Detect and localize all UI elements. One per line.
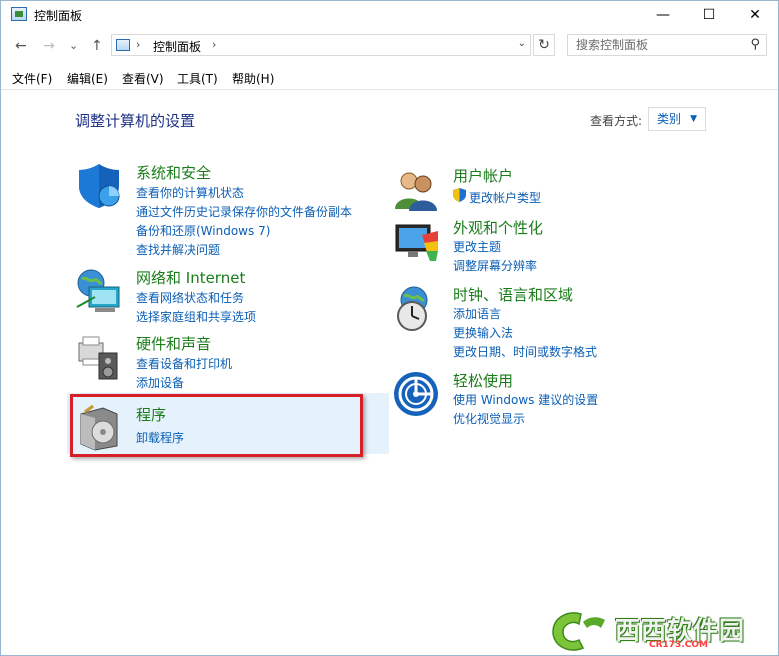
watermark: 西西软件园 CR173.COM — [545, 608, 777, 654]
back-arrow-icon[interactable]: ← — [15, 36, 27, 56]
recent-locations-icon[interactable]: ⌄ — [69, 36, 78, 56]
caret-down-icon: ▼ — [690, 114, 697, 124]
link-add-device[interactable]: 添加设备 — [136, 374, 184, 391]
close-button[interactable]: ✕ — [732, 1, 778, 29]
view-by-value: 类别 — [657, 112, 682, 126]
link-file-history-backup[interactable]: 通过文件历史记录保存你的文件备份副本 — [136, 203, 352, 220]
up-arrow-icon[interactable]: ↑ — [91, 36, 103, 56]
uac-shield-icon — [453, 188, 466, 202]
link-change-theme[interactable]: 更改主题 — [453, 238, 501, 255]
watermark-logo-icon — [552, 612, 605, 651]
menu-help[interactable]: 帮助(H) — [232, 70, 274, 87]
view-by-dropdown[interactable]: 类别 ▼ — [648, 107, 706, 131]
menu-view[interactable]: 查看(V) — [122, 70, 164, 87]
link-add-language[interactable]: 添加语言 — [453, 305, 501, 322]
link-change-account-type[interactable]: 更改帐户类型 — [469, 189, 541, 206]
window-title: 控制面板 — [34, 9, 83, 23]
network-globe-icon — [76, 269, 120, 312]
search-icon[interactable]: ⚲ — [750, 37, 760, 52]
main-content: 调整计算机的设置 查看方式: 类别 ▼ 系统和安全 查看你的计算机状态 通过文件… — [1, 90, 778, 655]
category-title-ease-of-access[interactable]: 轻松使用 — [453, 370, 513, 391]
printer-speaker-icon — [78, 336, 118, 380]
link-optimize-visual-display[interactable]: 优化视觉显示 — [453, 410, 525, 427]
link-recommended-settings[interactable]: 使用 Windows 建议的设置 — [453, 391, 598, 408]
link-troubleshoot[interactable]: 查找并解决问题 — [136, 241, 220, 258]
category-title-system-security[interactable]: 系统和安全 — [136, 162, 211, 183]
category-title-clock-language-region[interactable]: 时钟、语言和区域 — [453, 284, 573, 305]
control-panel-window: 控制面板 — ☐ ✕ ← → ⌄ ↑ › 控制面板 › ⌄ ↻ ⚲ 文件(F) … — [0, 0, 779, 656]
menu-tools[interactable]: 工具(T) — [177, 70, 218, 87]
category-title-network[interactable]: 网络和 Internet — [136, 267, 245, 288]
link-change-input-method[interactable]: 更换输入法 — [453, 324, 513, 341]
minimize-button[interactable]: — — [640, 1, 686, 29]
category-title-user-accounts[interactable]: 用户帐户 — [453, 165, 513, 186]
view-by-label: 查看方式: — [590, 114, 643, 128]
link-screen-resolution[interactable]: 调整屏幕分辨率 — [453, 257, 537, 274]
navigation-bar: ← → ⌄ ↑ › 控制面板 › ⌄ ↻ ⚲ — [1, 33, 778, 59]
forward-arrow-icon[interactable]: → — [43, 36, 55, 56]
menu-bar: 文件(F) 编辑(E) 查看(V) 工具(T) 帮助(H) — [1, 67, 778, 90]
link-view-computer-status[interactable]: 查看你的计算机状态 — [136, 184, 244, 201]
link-network-status[interactable]: 查看网络状态和任务 — [136, 289, 244, 306]
menu-edit[interactable]: 编辑(E) — [67, 70, 108, 87]
annotation-highlight-box — [70, 394, 363, 457]
clock-globe-icon — [397, 286, 428, 331]
category-title-appearance[interactable]: 外观和个性化 — [453, 217, 543, 238]
breadcrumb-chevron-icon[interactable]: › — [136, 38, 140, 51]
title-bar[interactable]: 控制面板 — ☐ ✕ — [1, 1, 778, 29]
category-title-hardware-sound[interactable]: 硬件和声音 — [136, 333, 211, 354]
maximize-button[interactable]: ☐ — [686, 1, 732, 29]
link-backup-restore[interactable]: 备份和还原(Windows 7) — [136, 222, 270, 239]
address-dropdown-icon[interactable]: ⌄ — [518, 38, 526, 49]
control-panel-app-icon — [11, 7, 27, 21]
search-box[interactable]: ⚲ — [567, 34, 767, 56]
page-title: 调整计算机的设置 — [75, 112, 196, 130]
display-palette-icon — [395, 224, 438, 261]
address-bar[interactable]: › 控制面板 › ⌄ — [111, 34, 531, 56]
link-devices-printers[interactable]: 查看设备和打印机 — [136, 355, 232, 372]
control-panel-small-icon — [116, 39, 130, 51]
shield-icon — [79, 164, 120, 208]
breadcrumb-chevron-icon[interactable]: › — [212, 38, 216, 51]
ease-of-access-icon — [394, 372, 438, 416]
refresh-button[interactable]: ↻ — [533, 34, 555, 56]
menu-file[interactable]: 文件(F) — [12, 70, 52, 87]
search-input[interactable] — [568, 35, 746, 55]
watermark-subtext: CR173.COM — [649, 640, 708, 650]
link-homegroup-sharing[interactable]: 选择家庭组和共享选项 — [136, 308, 256, 325]
breadcrumb-control-panel[interactable]: 控制面板 — [153, 38, 201, 55]
users-icon — [395, 172, 437, 211]
link-date-time-format[interactable]: 更改日期、时间或数字格式 — [453, 343, 597, 360]
